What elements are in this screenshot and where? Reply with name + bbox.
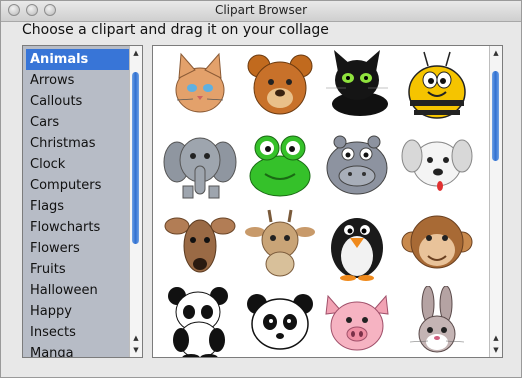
clipart-grid-scrollbar[interactable]: ▲ ▲ ▼ bbox=[489, 46, 502, 357]
clipart-scroll-thumb[interactable] bbox=[492, 71, 499, 161]
monkey-clipart[interactable] bbox=[400, 206, 475, 281]
pig-icon bbox=[325, 294, 389, 351]
dog-icon bbox=[401, 139, 473, 191]
category-item[interactable]: Flags bbox=[23, 196, 126, 217]
category-item[interactable]: Computers bbox=[23, 175, 126, 196]
elephant-clipart[interactable] bbox=[163, 126, 238, 201]
category-item[interactable]: Flowcharts bbox=[23, 217, 126, 238]
scroll-up-arrow-icon[interactable]: ▲ bbox=[490, 47, 502, 59]
elephant-icon bbox=[163, 137, 237, 199]
giraffe-clipart[interactable] bbox=[243, 206, 318, 281]
monkey-icon bbox=[401, 215, 473, 269]
scroll-up-arrow-icon[interactable]: ▲ bbox=[130, 47, 142, 59]
category-item[interactable]: Insects bbox=[23, 322, 126, 343]
hippo-clipart[interactable] bbox=[320, 126, 395, 201]
category-item[interactable]: Manga bbox=[23, 343, 126, 357]
bee-clipart[interactable] bbox=[400, 48, 475, 123]
clipart-grid: ▲ ▲ ▼ bbox=[152, 45, 503, 358]
scroll-down-arrow-icon[interactable]: ▼ bbox=[130, 344, 142, 356]
category-item[interactable]: Happy bbox=[23, 301, 126, 322]
frog-clipart[interactable] bbox=[243, 126, 318, 201]
window-title: Clipart Browser bbox=[214, 3, 308, 17]
panda-face-clipart[interactable] bbox=[243, 286, 318, 357]
scroll-up-arrow-icon[interactable]: ▲ bbox=[490, 332, 502, 344]
category-scroll-thumb[interactable] bbox=[132, 72, 139, 244]
panda-clipart[interactable] bbox=[163, 286, 238, 357]
black-cat-clipart[interactable] bbox=[320, 48, 395, 123]
category-item[interactable]: Clock bbox=[23, 154, 126, 175]
bee-icon bbox=[408, 51, 466, 119]
bear-clipart[interactable] bbox=[243, 48, 318, 123]
category-item[interactable]: Cars bbox=[23, 112, 126, 133]
category-list: Animals Arrows Callouts Cars Christmas Clock C… bbox=[22, 45, 143, 358]
pig-clipart[interactable] bbox=[320, 286, 395, 357]
frog-icon bbox=[249, 135, 311, 197]
category-item[interactable]: Fruits bbox=[23, 259, 126, 280]
category-item-selected[interactable]: Animals bbox=[26, 49, 129, 70]
scroll-down-arrow-icon[interactable]: ▼ bbox=[490, 344, 502, 356]
cat-clipart[interactable] bbox=[163, 48, 238, 123]
category-list-scrollbar[interactable]: ▲ ▲ ▼ bbox=[129, 46, 142, 357]
category-item[interactable]: Christmas bbox=[23, 133, 126, 154]
panda-face-icon bbox=[247, 294, 313, 350]
cat-icon bbox=[175, 52, 225, 113]
dog-clipart[interactable] bbox=[400, 126, 475, 201]
black-cat-icon bbox=[326, 50, 388, 116]
title-bar[interactable]: Clipart Browser bbox=[1, 1, 521, 22]
scroll-up-arrow-icon[interactable]: ▲ bbox=[130, 332, 142, 344]
giraffe-icon bbox=[245, 209, 315, 277]
category-item[interactable]: Halloween bbox=[23, 280, 126, 301]
hippo-icon bbox=[326, 135, 388, 195]
deer-clipart[interactable] bbox=[163, 206, 238, 281]
bear-icon bbox=[247, 54, 313, 115]
penguin-icon bbox=[331, 218, 383, 281]
deer-icon bbox=[164, 217, 236, 273]
category-item[interactable]: Arrows bbox=[23, 70, 126, 91]
category-item[interactable]: Flowers bbox=[23, 238, 126, 259]
rabbit-icon bbox=[409, 286, 465, 353]
instruction-text: Choose a clipart and drag it on your col… bbox=[22, 22, 329, 38]
penguin-clipart[interactable] bbox=[320, 206, 395, 281]
clipart-browser-window: Clipart Browser Choose a clipart and dra… bbox=[0, 0, 522, 378]
rabbit-clipart[interactable] bbox=[400, 286, 475, 357]
category-item[interactable]: Callouts bbox=[23, 91, 126, 112]
panda-icon bbox=[168, 287, 228, 357]
